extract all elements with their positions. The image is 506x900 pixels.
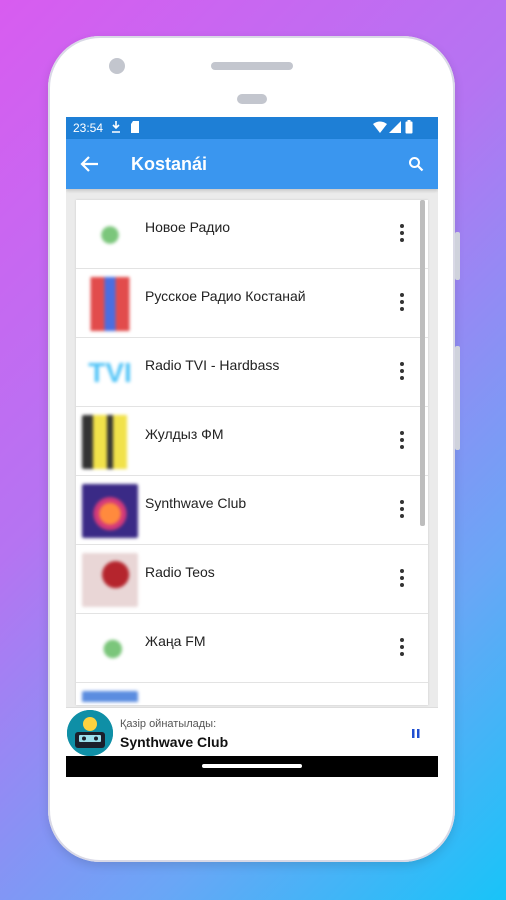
more-vert-icon[interactable]: [400, 431, 404, 451]
status-bar: 23:54: [66, 117, 438, 139]
battery-icon: [405, 120, 413, 134]
now-playing-track: Synthwave Club: [120, 734, 229, 750]
back-arrow-icon[interactable]: [80, 154, 100, 174]
station-name: Жаңа FM: [145, 633, 206, 649]
earpiece-speaker: [211, 62, 293, 70]
volume-button: [455, 232, 460, 280]
zhuldyz-logo: [82, 415, 138, 469]
status-time: 23:54: [73, 121, 104, 135]
station-name: Жулдыз ФМ: [145, 426, 224, 442]
station-row[interactable]: Synthwave Club: [76, 476, 428, 545]
wifi-icon: [373, 121, 387, 133]
list-scrollbar[interactable]: [420, 200, 425, 526]
station-row[interactable]: [76, 683, 428, 705]
station-name: Radio TVI - Hardbass: [145, 357, 280, 373]
more-vert-icon[interactable]: [400, 569, 404, 589]
power-button: [455, 346, 460, 450]
zhana-fm-logo: [82, 622, 138, 676]
app-bar: Kostanái: [66, 139, 438, 189]
tvi-logo: TVI: [82, 346, 138, 400]
station-row[interactable]: Русское Радио Костанай: [76, 269, 428, 338]
app-screen: 23:54 Kostanái Новое Радио Русское Радио…: [66, 117, 438, 777]
synthwave-logo: [82, 484, 138, 538]
station-row[interactable]: Новое Радио: [76, 200, 428, 269]
now-playing-artwork: [67, 710, 113, 756]
station-name: Radio Teos: [145, 564, 215, 580]
station-row[interactable]: Жулдыз ФМ: [76, 407, 428, 476]
front-camera: [109, 58, 125, 74]
station-row[interactable]: Radio Teos: [76, 545, 428, 614]
more-vert-icon[interactable]: [400, 362, 404, 382]
now-playing-bar[interactable]: Қазір ойнатылады: Synthwave Club: [66, 707, 438, 756]
novoe-radio-logo: [82, 208, 138, 262]
page-title: Kostanái: [131, 154, 208, 174]
sd-card-icon: [131, 121, 139, 133]
more-vert-icon[interactable]: [400, 500, 404, 520]
station-row[interactable]: TVI Radio TVI - Hardbass: [76, 338, 428, 407]
station-list[interactable]: Новое Радио Русское Радио Костанай TVI R…: [76, 200, 428, 705]
signal-icon: [389, 121, 401, 133]
station-name: Synthwave Club: [145, 495, 247, 511]
station-name: Русское Радио Костанай: [145, 288, 306, 304]
now-playing-label: Қазір ойнатылады:: [120, 718, 217, 730]
pause-icon[interactable]: [412, 729, 420, 738]
station-name: Новое Радио: [145, 219, 231, 235]
home-gesture-pill[interactable]: [202, 764, 302, 768]
download-icon: [112, 121, 120, 133]
more-vert-icon[interactable]: [400, 293, 404, 313]
partial-logo: [82, 691, 138, 705]
more-vert-icon[interactable]: [400, 224, 404, 244]
more-vert-icon[interactable]: [400, 638, 404, 658]
search-icon[interactable]: [408, 156, 424, 172]
teos-logo: [82, 553, 138, 607]
russkoe-radio-logo: [82, 277, 138, 331]
proximity-sensor: [237, 94, 267, 104]
system-nav-bar: [66, 756, 438, 777]
station-row[interactable]: Жаңа FM: [76, 614, 428, 683]
